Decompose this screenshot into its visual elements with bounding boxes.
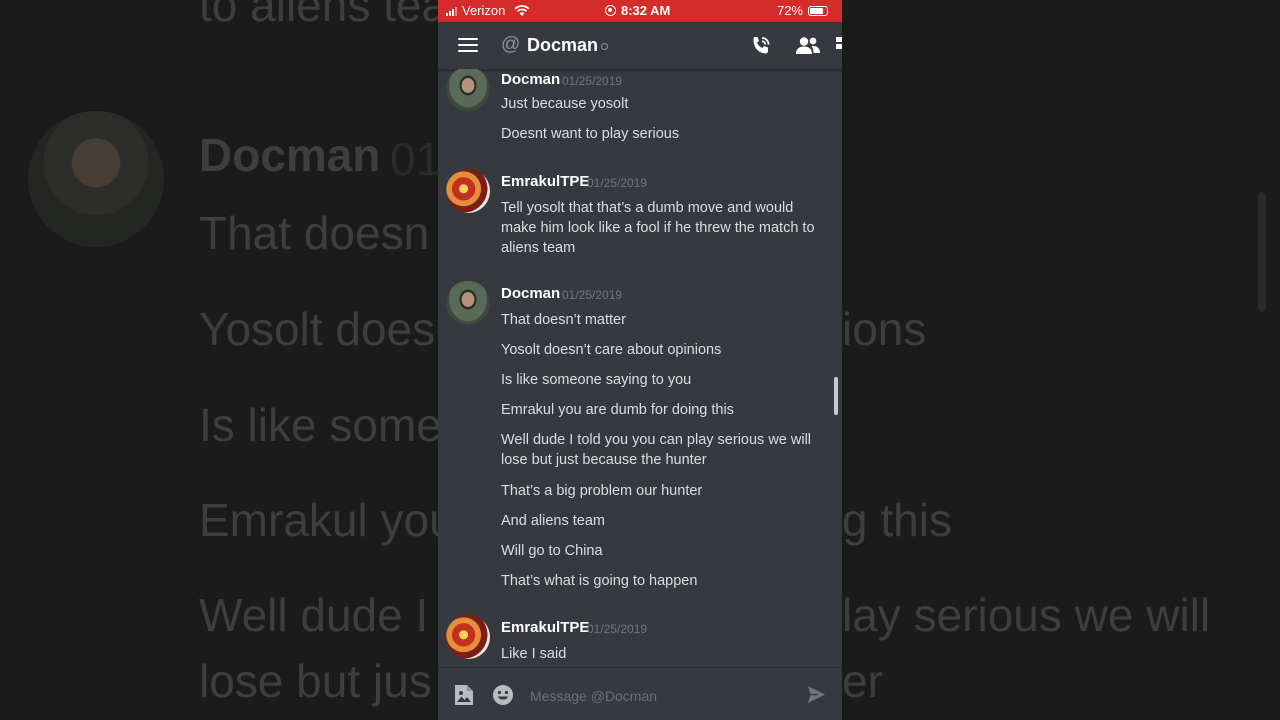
- timestamp: 01/25/2019: [587, 622, 648, 636]
- message-text: Emrakul you are dumb for doing this: [501, 402, 734, 418]
- message-text: Well dude I told you you can play seriou…: [501, 432, 812, 468]
- username[interactable]: EmrakulTPE: [501, 173, 589, 190]
- menu-icon[interactable]: [458, 38, 478, 53]
- message-scrollbar[interactable]: [834, 377, 838, 415]
- timestamp: 01/25/2019: [562, 288, 623, 302]
- backdrop-text: Emrakul you: [199, 494, 455, 546]
- wifi-icon: [514, 4, 530, 16]
- members-icon[interactable]: [795, 35, 821, 57]
- message-composer: [438, 667, 842, 720]
- time-text: 8:32 AM: [621, 3, 671, 18]
- send-icon[interactable]: [807, 685, 826, 704]
- username[interactable]: Docman: [501, 71, 560, 88]
- presence-offline-icon: [601, 43, 608, 50]
- message-text: And aliens team: [501, 513, 605, 529]
- message-text: Is like someone saying to you: [501, 372, 692, 388]
- backdrop-text: Yosolt does: [199, 303, 436, 355]
- status-time: 8:32 AM: [605, 3, 670, 18]
- backdrop-text: g this: [842, 494, 952, 546]
- message-list[interactable]: Docman 01/25/2019 Just because yosolt Do…: [438, 69, 842, 667]
- timestamp: 01/25/2019: [587, 176, 648, 190]
- message-text: Yosolt doesn’t care about opinions: [501, 342, 722, 358]
- user-avatar[interactable]: [446, 169, 490, 213]
- call-icon[interactable]: [749, 34, 773, 58]
- battery-icon: [808, 5, 828, 16]
- battery-percent: 72%: [776, 3, 803, 18]
- username[interactable]: EmrakulTPE: [501, 619, 589, 636]
- backdrop-text: lay serious we will: [842, 589, 1211, 641]
- channel-header: @ Docman: [438, 22, 842, 70]
- more-icon[interactable]: [836, 37, 842, 55]
- channel-title: Docman: [527, 35, 599, 55]
- recording-icon: [605, 5, 616, 16]
- timestamp: 01/25/2019: [562, 74, 623, 88]
- backdrop-scrollbar: [1258, 192, 1266, 312]
- at-icon: @: [501, 34, 521, 55]
- discord-dm-screen: Verizon 8:32 AM 72% @ Docman Docman 01/2…: [438, 0, 842, 720]
- user-avatar[interactable]: [446, 69, 490, 111]
- message-text: That’s what is going to happen: [501, 573, 698, 589]
- message-text: Tell yosolt that that’s a dumb move and …: [501, 200, 815, 256]
- signal-icon: [446, 6, 457, 16]
- emoji-icon[interactable]: [492, 684, 514, 706]
- backdrop-text: That doesn: [199, 207, 430, 259]
- backdrop-avatar: [28, 111, 164, 247]
- backdrop-text: er: [842, 655, 883, 707]
- attach-image-icon[interactable]: [454, 684, 474, 706]
- backdrop-text: Is like some: [199, 399, 442, 451]
- carrier-indicator: Verizon: [446, 3, 530, 18]
- message-text: Doesnt want to play serious: [501, 126, 680, 142]
- carrier-name: Verizon: [462, 3, 506, 18]
- username[interactable]: Docman: [501, 285, 560, 302]
- message-input[interactable]: [528, 681, 794, 711]
- backdrop-text: ions: [842, 303, 927, 355]
- user-avatar[interactable]: [446, 615, 490, 659]
- backdrop-text: Well dude I: [199, 589, 429, 641]
- message-text: Just because yosolt: [501, 96, 629, 112]
- battery-indicator: 72%: [777, 3, 828, 18]
- message-text: Like I said: [501, 646, 567, 662]
- status-bar: Verizon 8:32 AM 72%: [438, 0, 842, 22]
- message-text: That doesn’t matter: [501, 312, 626, 328]
- message-text: That’s a big problem our hunter: [501, 483, 703, 499]
- user-avatar[interactable]: [446, 281, 490, 325]
- message-text: Will go to China: [501, 543, 603, 559]
- backdrop-text: Docman: [199, 129, 381, 181]
- backdrop-text: lose but jus: [199, 655, 432, 707]
